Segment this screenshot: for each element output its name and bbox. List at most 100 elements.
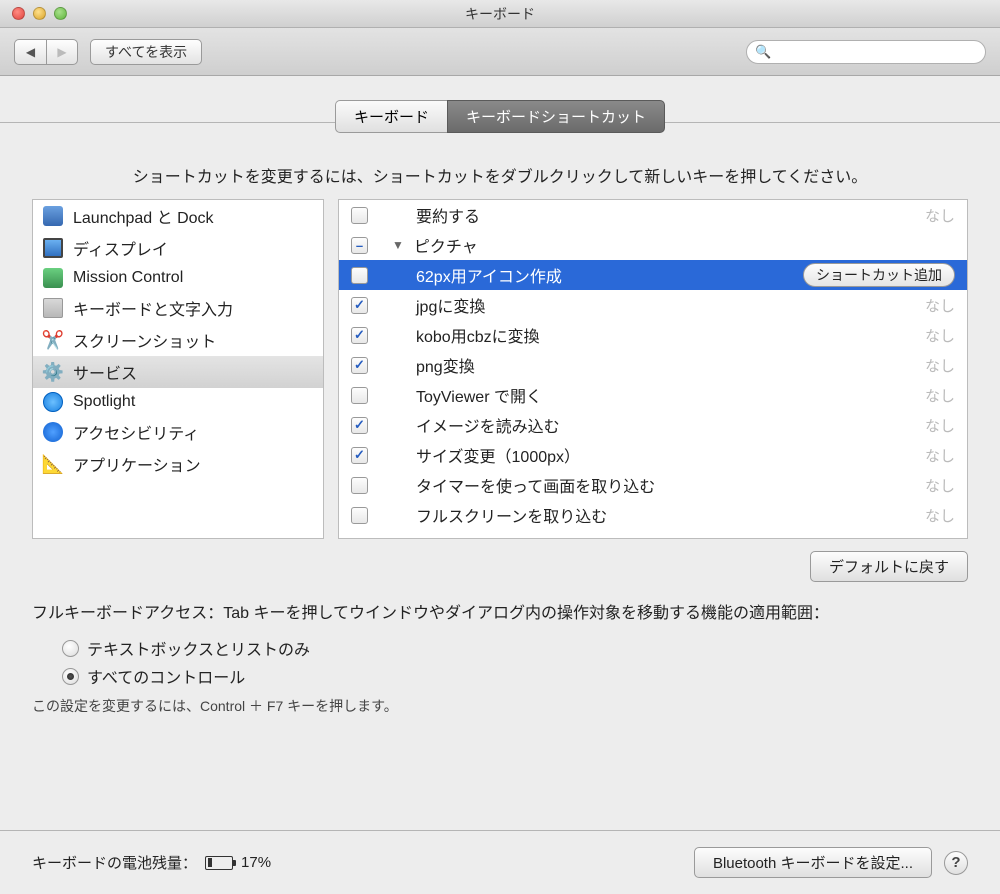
back-button[interactable]: ◀ bbox=[14, 39, 46, 65]
full-keyboard-access-label: フルキーボードアクセス：Tab キーを押してウインドウやダイアログ内の操作対象を… bbox=[32, 602, 968, 626]
footer: キーボードの電池残量： 17% Bluetooth キーボードを設定... ? bbox=[0, 830, 1000, 894]
shortcut-row[interactable]: サイズ変更（1000px）なし bbox=[339, 440, 967, 470]
instruction-text: ショートカットを変更するには、ショートカットをダブルクリックして新しいキーを押し… bbox=[32, 163, 968, 187]
radio-label: すべてのコントロール bbox=[87, 664, 245, 688]
radio-label: テキストボックスとリストのみ bbox=[87, 636, 310, 660]
shortcut-value: なし bbox=[925, 355, 955, 376]
search-icon: 🔍 bbox=[755, 44, 771, 60]
sidebar-item-label: Mission Control bbox=[73, 269, 183, 287]
row-label: フルスクリーンを取り込む bbox=[416, 503, 607, 527]
sidebar-item-accessibility[interactable]: アクセシビリティ bbox=[33, 416, 323, 448]
restore-defaults-button[interactable]: デフォルトに戻す bbox=[810, 551, 968, 582]
sidebar-item-spotlight[interactable]: Spotlight bbox=[33, 388, 323, 416]
sidebar-item-label: Spotlight bbox=[73, 393, 135, 411]
shortcut-row[interactable]: ToyViewer で開く なし bbox=[339, 380, 967, 410]
toolbar: ◀ ▶ すべてを表示 🔍 bbox=[0, 28, 1000, 76]
tab-shortcuts[interactable]: キーボードショートカット bbox=[447, 100, 665, 133]
content-area: キーボード キーボードショートカット ショートカットを変更するには、ショートカッ… bbox=[0, 76, 1000, 734]
reset-row: デフォルトに戻す bbox=[32, 551, 968, 582]
shortcut-value: なし bbox=[925, 505, 955, 526]
traffic-lights bbox=[0, 7, 67, 20]
sidebar-item-label: アクセシビリティ bbox=[73, 420, 199, 444]
shortcut-value: なし bbox=[925, 325, 955, 346]
footer-right: Bluetooth キーボードを設定... ? bbox=[694, 847, 968, 878]
zoom-button[interactable] bbox=[54, 7, 67, 20]
shortcut-row[interactable]: ▼ ピクチャ bbox=[339, 230, 967, 260]
battery-percent: 17% bbox=[241, 854, 271, 871]
checkbox[interactable] bbox=[351, 477, 368, 494]
forward-button[interactable]: ▶ bbox=[46, 39, 78, 65]
sidebar-item-label: スクリーンショット bbox=[73, 328, 216, 352]
fka-hint: この設定を変更するには、Control ＋ F7 キーを押します。 bbox=[32, 696, 968, 716]
shortcut-row[interactable]: png変換 なし bbox=[339, 350, 967, 380]
add-shortcut-button[interactable]: ショートカット追加 bbox=[803, 263, 955, 287]
row-label: イメージを読み込む bbox=[416, 413, 560, 437]
sidebar-item-launchpad[interactable]: Launchpad と Dock bbox=[33, 200, 323, 232]
shortcut-row[interactable]: jpgに変換なし bbox=[339, 290, 967, 320]
shortcut-value: なし bbox=[925, 415, 955, 436]
shortcut-value: なし bbox=[925, 205, 955, 226]
row-label: タイマーを使って画面を取り込む bbox=[416, 473, 655, 497]
sidebar-item-services[interactable]: ⚙️サービス bbox=[33, 356, 323, 388]
bluetooth-setup-button[interactable]: Bluetooth キーボードを設定... bbox=[694, 847, 932, 878]
checkbox[interactable] bbox=[351, 507, 368, 524]
minimize-button[interactable] bbox=[33, 7, 46, 20]
row-label: kobo用cbzに変換 bbox=[416, 323, 540, 347]
sidebar-item-mission[interactable]: Mission Control bbox=[33, 264, 323, 292]
split-panes: Launchpad と Dock ディスプレイ Mission Control キーボ… bbox=[32, 199, 968, 539]
fka-option-all-controls[interactable]: すべてのコントロール bbox=[62, 664, 968, 688]
battery-text: キーボードの電池残量： bbox=[32, 852, 197, 873]
window-title: キーボード bbox=[0, 4, 1000, 24]
sidebar-item-display[interactable]: ディスプレイ bbox=[33, 232, 323, 264]
shortcut-row[interactable]: フルスクリーンを取り込む なし bbox=[339, 500, 967, 530]
sidebar-item-label: Launchpad と Dock bbox=[73, 204, 214, 228]
disclosure-triangle-icon[interactable]: ▼ bbox=[392, 238, 404, 252]
battery-icon bbox=[205, 856, 233, 870]
sidebar-item-label: サービス bbox=[73, 360, 137, 384]
row-label: ToyViewer で開く bbox=[416, 383, 542, 407]
checkbox[interactable] bbox=[351, 237, 368, 254]
radio-icon bbox=[62, 640, 79, 657]
row-label: png変換 bbox=[416, 353, 475, 377]
shortcut-row[interactable]: イメージを読み込む なし bbox=[339, 410, 967, 440]
row-label: jpgに変換 bbox=[416, 293, 485, 317]
checkbox[interactable] bbox=[351, 447, 368, 464]
row-label: 要約する bbox=[416, 203, 480, 227]
row-label: サイズ変更（1000px） bbox=[416, 443, 580, 467]
shortcut-row[interactable]: タイマーを使って画面を取り込む なし bbox=[339, 470, 967, 500]
checkbox[interactable] bbox=[351, 207, 368, 224]
search-input[interactable] bbox=[775, 44, 977, 59]
shortcut-row[interactable]: kobo用cbzに変換 なし bbox=[339, 320, 967, 350]
fka-option-text-only[interactable]: テキストボックスとリストのみ bbox=[62, 636, 968, 660]
checkbox[interactable] bbox=[351, 327, 368, 344]
sidebar-item-keyboard[interactable]: キーボードと文字入力 bbox=[33, 292, 323, 324]
checkbox[interactable] bbox=[351, 417, 368, 434]
tab-bar: キーボード キーボードショートカット bbox=[32, 100, 968, 133]
shortcut-value: なし bbox=[925, 475, 955, 496]
battery-status: キーボードの電池残量： 17% bbox=[32, 852, 271, 873]
window-titlebar: キーボード bbox=[0, 0, 1000, 28]
checkbox[interactable] bbox=[351, 387, 368, 404]
tab-keyboard[interactable]: キーボード bbox=[335, 100, 447, 133]
shortcut-list[interactable]: 要約するなし▼ピクチャ62px用アイコン作成ショートカット追加jpgに変換なしk… bbox=[338, 199, 968, 539]
sidebar-item-label: アプリケーション bbox=[73, 452, 201, 476]
close-button[interactable] bbox=[12, 7, 25, 20]
row-label: ピクチャ bbox=[414, 233, 478, 257]
shortcut-row[interactable]: 要約する なし bbox=[339, 200, 967, 230]
row-label: 62px用アイコン作成 bbox=[416, 263, 562, 287]
checkbox[interactable] bbox=[351, 297, 368, 314]
checkbox[interactable] bbox=[351, 267, 368, 284]
radio-icon bbox=[62, 668, 79, 685]
category-sidebar[interactable]: Launchpad と Dock ディスプレイ Mission Control キーボ… bbox=[32, 199, 324, 539]
shortcut-value: なし bbox=[925, 385, 955, 406]
shortcut-row[interactable]: 62px用アイコン作成 ショートカット追加 bbox=[339, 260, 967, 290]
nav-buttons: ◀ ▶ bbox=[14, 39, 78, 65]
sidebar-item-apps[interactable]: 📐アプリケーション bbox=[33, 448, 323, 480]
sidebar-item-label: キーボードと文字入力 bbox=[73, 296, 233, 320]
show-all-button[interactable]: すべてを表示 bbox=[90, 39, 202, 65]
checkbox[interactable] bbox=[351, 357, 368, 374]
help-button[interactable]: ? bbox=[944, 851, 968, 875]
search-box[interactable]: 🔍 bbox=[746, 40, 986, 64]
sidebar-item-label: ディスプレイ bbox=[73, 236, 168, 260]
sidebar-item-screenshot[interactable]: ✂️スクリーンショット bbox=[33, 324, 323, 356]
